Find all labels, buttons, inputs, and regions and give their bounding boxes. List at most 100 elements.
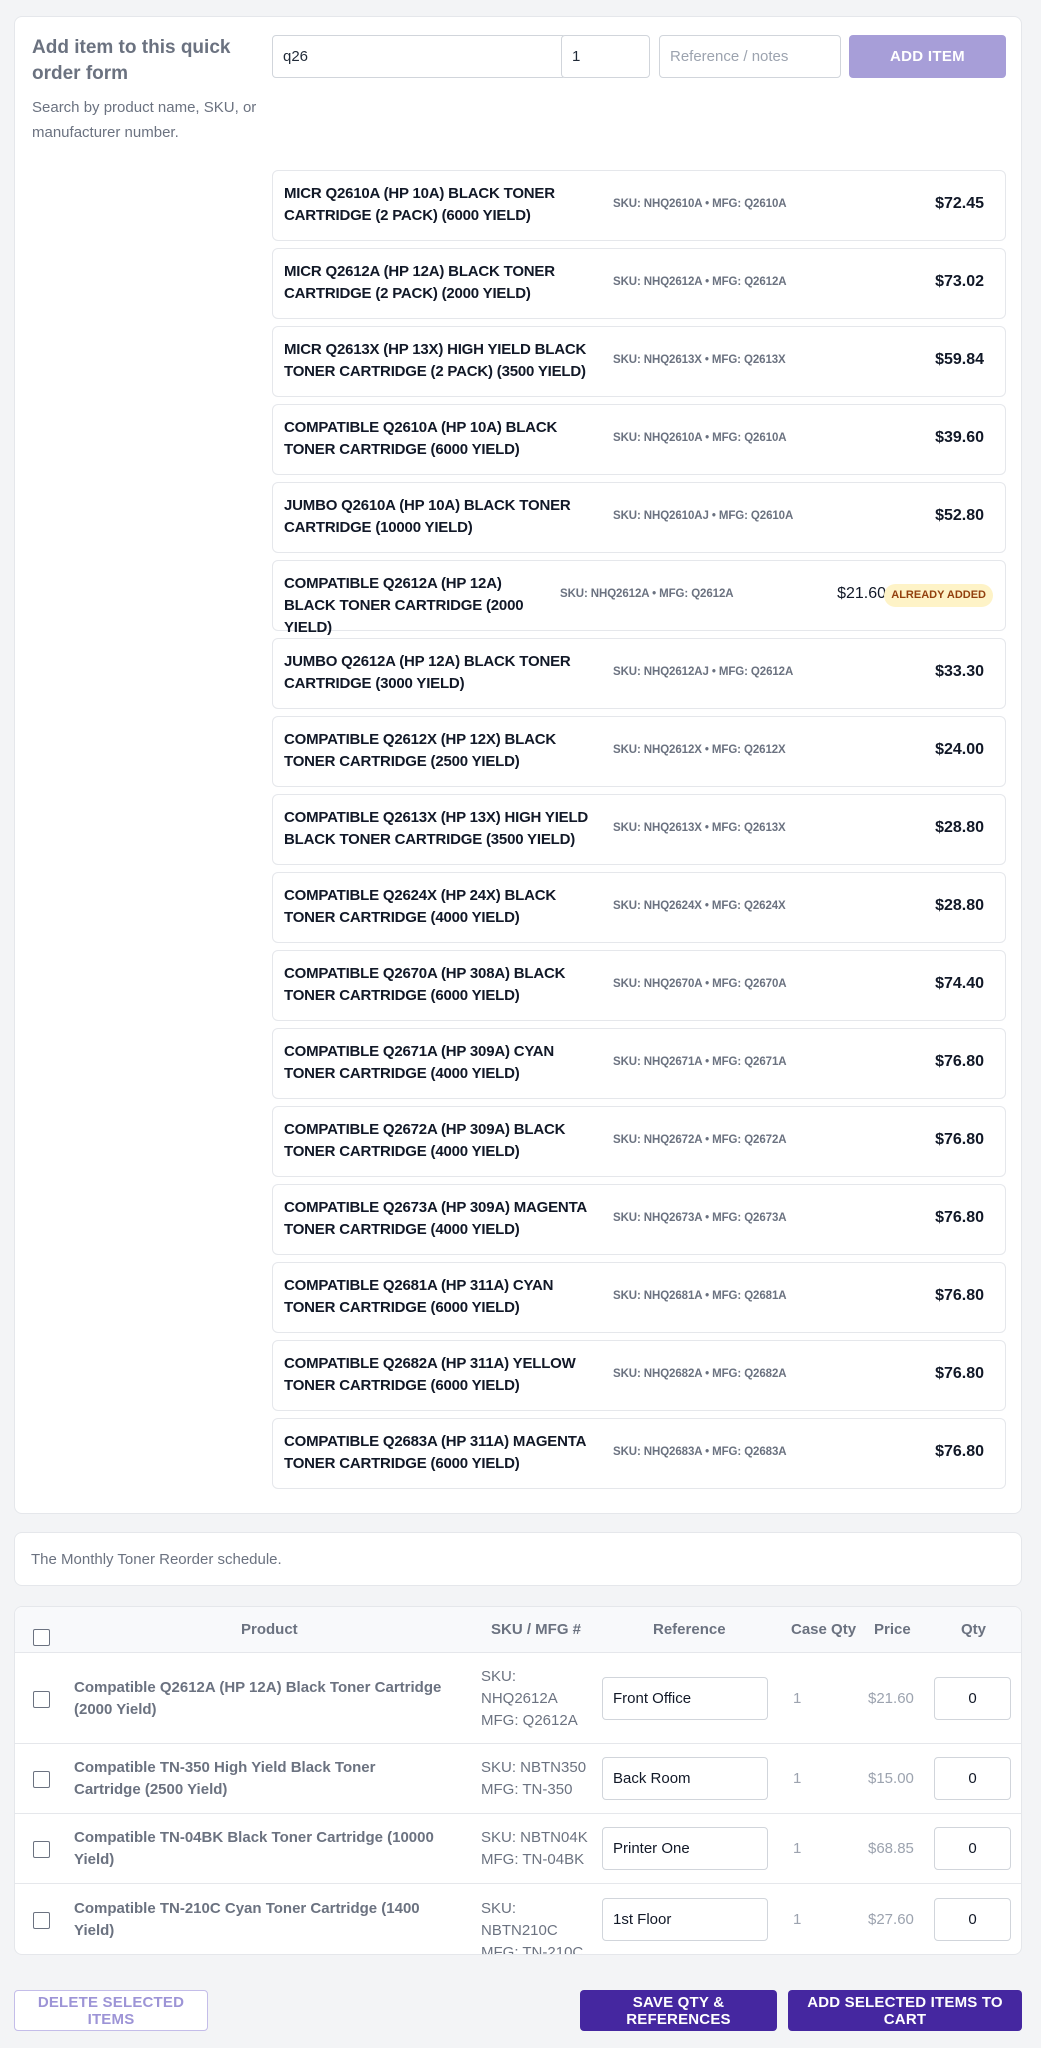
row-select-checkbox[interactable]	[33, 1690, 50, 1708]
row-mfg: MFG: TN-210C	[481, 1944, 584, 1955]
result-product-name: Compatible Q2612X (HP 12X) Black Toner C…	[284, 731, 556, 770]
search-result-item[interactable]: MICR Q2610A (HP 10A) Black Toner Cartrid…	[272, 170, 1006, 241]
row-mfg: MFG: Q2612A	[481, 1711, 578, 1729]
row-mfg: MFG: TN-350	[481, 1781, 573, 1798]
result-price: $74.40	[935, 975, 984, 992]
row-qty-input[interactable]	[934, 1827, 1011, 1870]
search-result-item[interactable]: Compatible Q2612A (HP 12A) Black Toner C…	[272, 560, 1006, 636]
row-price: $68.85	[868, 1840, 914, 1857]
row-select-checkbox[interactable]	[33, 1912, 50, 1929]
result-product-name: Compatible Q2612A (HP 12A) Black Toner C…	[284, 575, 524, 636]
row-reference-input[interactable]	[602, 1676, 768, 1720]
result-product-name: Compatible Q2670A (HP 308A) Black Toner …	[284, 965, 566, 1004]
result-sku: SKU: NHQ2612A • MFG: Q2612A	[560, 588, 734, 600]
result-sku: SKU: NHQ2610A • MFG: Q2610A	[613, 432, 787, 444]
search-result-item[interactable]: Compatible Q2610A (HP 10A) Black Toner C…	[272, 404, 1006, 475]
result-product-name: Compatible Q2671A (HP 309A) Cyan Toner C…	[284, 1043, 555, 1082]
search-result-item[interactable]: Compatible Q2683A (HP 311A) Magenta Tone…	[272, 1418, 1006, 1489]
search-result-item[interactable]: Compatible Q2671A (HP 309A) Cyan Toner C…	[272, 1028, 1006, 1099]
table-row: Compatible TN-350 High Yield Black Toner…	[15, 1744, 1021, 1814]
result-price: $28.80	[935, 897, 984, 914]
row-case-qty: 1	[793, 1689, 802, 1707]
table-row: Compatible TN-04BK Black Toner Cartridge…	[15, 1814, 1021, 1884]
row-price: $15.00	[868, 1770, 914, 1787]
table-row: Compatible TN-210C Cyan Toner Cartridge …	[15, 1884, 1021, 1955]
search-result-item[interactable]: Compatible Q2673A (HP 309A) Magenta Tone…	[272, 1184, 1006, 1255]
row-reference-input[interactable]	[602, 1757, 768, 1800]
result-price: $28.80	[935, 819, 984, 836]
row-qty-input[interactable]	[934, 1898, 1011, 1941]
row-qty-input[interactable]	[934, 1757, 1011, 1800]
result-product-name: Compatible Q2673A (HP 309A) Magenta Tone…	[284, 1199, 587, 1238]
result-sku: SKU: NHQ2683A • MFG: Q2683A	[613, 1446, 787, 1458]
result-product-name: Jumbo Q2612A (HP 12A) Black Toner Cartri…	[284, 653, 571, 692]
row-case-qty: 1	[793, 1770, 802, 1787]
result-sku: SKU: NHQ2673A • MFG: Q2673A	[613, 1212, 787, 1224]
product-search-input[interactable]	[272, 35, 566, 78]
row-sku-line: SKU: NBTN04K	[481, 1829, 588, 1846]
result-price: $76.80	[935, 1209, 984, 1226]
row-reference-input[interactable]	[602, 1827, 768, 1870]
add-item-panel: Add item to this quick order form Search…	[14, 16, 1022, 1514]
search-result-item[interactable]: MICR Q2612A (HP 12A) Black Toner Cartrid…	[272, 248, 1006, 319]
schedule-description-card: The Monthly Toner Reorder schedule.	[14, 1532, 1022, 1586]
search-result-item[interactable]: Jumbo Q2610A (HP 10A) Black Toner Cartri…	[272, 482, 1006, 553]
search-result-item[interactable]: Jumbo Q2612A (HP 12A) Black Toner Cartri…	[272, 638, 1006, 709]
search-result-item[interactable]: Compatible Q2681A (HP 311A) Cyan Toner C…	[272, 1262, 1006, 1333]
result-product-name: Compatible Q2681A (HP 311A) Cyan Toner C…	[284, 1277, 554, 1316]
result-sku: SKU: NHQ2624X • MFG: Q2624X	[613, 900, 786, 912]
row-qty-input[interactable]	[934, 1676, 1011, 1720]
select-all-checkbox[interactable]	[33, 1629, 50, 1646]
row-sku: SKU: NBTN210C MFG: TN-210C	[481, 1898, 591, 1955]
result-product-name: Jumbo Q2610A (HP 10A) Black Toner Cartri…	[284, 497, 571, 536]
header-sku: SKU / MFG #	[491, 1621, 582, 1638]
row-product-name: Compatible Q2612A (HP 12A) Black Toner C…	[74, 1678, 442, 1718]
already-added-badge: ALREADY ADDED	[884, 584, 993, 607]
row-product-name: Compatible TN-350 High Yield Black Toner…	[74, 1759, 376, 1798]
header-reference: Reference	[653, 1621, 726, 1638]
row-select-checkbox[interactable]	[33, 1771, 50, 1788]
search-result-item[interactable]: MICR Q2613X (HP 13X) High Yield Black To…	[272, 326, 1006, 397]
row-reference-input[interactable]	[602, 1898, 768, 1941]
search-result-item[interactable]: Compatible Q2670A (HP 308A) Black Toner …	[272, 950, 1006, 1021]
result-product-name: Compatible Q2610A (HP 10A) Black Toner C…	[284, 419, 558, 458]
result-product-name: MICR Q2610A (HP 10A) Black Toner Cartrid…	[284, 185, 555, 224]
search-result-item[interactable]: Compatible Q2672A (HP 309A) Black Toner …	[272, 1106, 1006, 1177]
result-product-name: Compatible Q2682A (HP 311A) Yellow Toner…	[284, 1355, 576, 1394]
row-sku: SKU: NBTN350 MFG: TN-350	[481, 1757, 591, 1801]
search-result-item[interactable]: Compatible Q2613X (HP 13X) High Yield Bl…	[272, 794, 1006, 865]
result-price: $72.45	[935, 195, 984, 212]
result-price: $76.80	[935, 1365, 984, 1382]
row-sku-line: SKU:	[481, 1667, 517, 1685]
result-sku: SKU: NHQ2672A • MFG: Q2672A	[613, 1134, 787, 1146]
result-sku: SKU: NHQ2612AJ • MFG: Q2612A	[613, 666, 794, 678]
row-sku: SKU: NHQ2612A MFG: Q2612A	[481, 1666, 591, 1732]
result-sku: SKU: NHQ2671A • MFG: Q2671A	[613, 1056, 787, 1068]
result-sku: SKU: NHQ2681A • MFG: Q2681A	[613, 1290, 787, 1302]
result-sku: SKU: NHQ2610A • MFG: Q2610A	[613, 198, 787, 210]
search-result-item[interactable]: Compatible Q2612X (HP 12X) Black Toner C…	[272, 716, 1006, 787]
delete-selected-items-button[interactable]: DELETE SELECTED ITEMS	[14, 1990, 208, 2031]
result-product-name: MICR Q2613X (HP 13X) High Yield Black To…	[284, 341, 587, 380]
search-result-item[interactable]: Compatible Q2624X (HP 24X) Black Toner C…	[272, 872, 1006, 943]
row-select-checkbox[interactable]	[33, 1841, 50, 1858]
row-product-name: Compatible TN-210C Cyan Toner Cartridge …	[74, 1900, 420, 1939]
add-selected-to-cart-button[interactable]: ADD SELECTED ITEMS TO CART	[788, 1990, 1022, 2031]
result-price: $33.30	[935, 663, 984, 680]
result-product-name: MICR Q2612A (HP 12A) Black Toner Cartrid…	[284, 263, 555, 302]
search-result-item[interactable]: Compatible Q2682A (HP 311A) Yellow Toner…	[272, 1340, 1006, 1411]
row-price: $27.60	[868, 1911, 914, 1928]
result-price: $76.80	[935, 1443, 984, 1460]
add-item-button[interactable]: ADD ITEM	[849, 35, 1006, 78]
result-product-name: Compatible Q2624X (HP 24X) Black Toner C…	[284, 887, 556, 926]
reference-notes-input[interactable]	[659, 35, 841, 78]
result-product-name: Compatible Q2683A (HP 311A) Magenta Tone…	[284, 1433, 586, 1472]
header-case-qty: Case Qty	[791, 1621, 857, 1638]
row-mfg: MFG: TN-04BK	[481, 1851, 585, 1868]
row-sku-line: SKU: NBTN350	[481, 1759, 587, 1776]
quantity-input[interactable]	[561, 35, 650, 78]
header-qty: Qty	[961, 1621, 987, 1638]
save-qty-references-button[interactable]: SAVE QTY & REFERENCES	[580, 1990, 777, 2031]
row-price: $21.60	[868, 1689, 914, 1707]
row-sku-line: NHQ2612A	[481, 1689, 558, 1707]
